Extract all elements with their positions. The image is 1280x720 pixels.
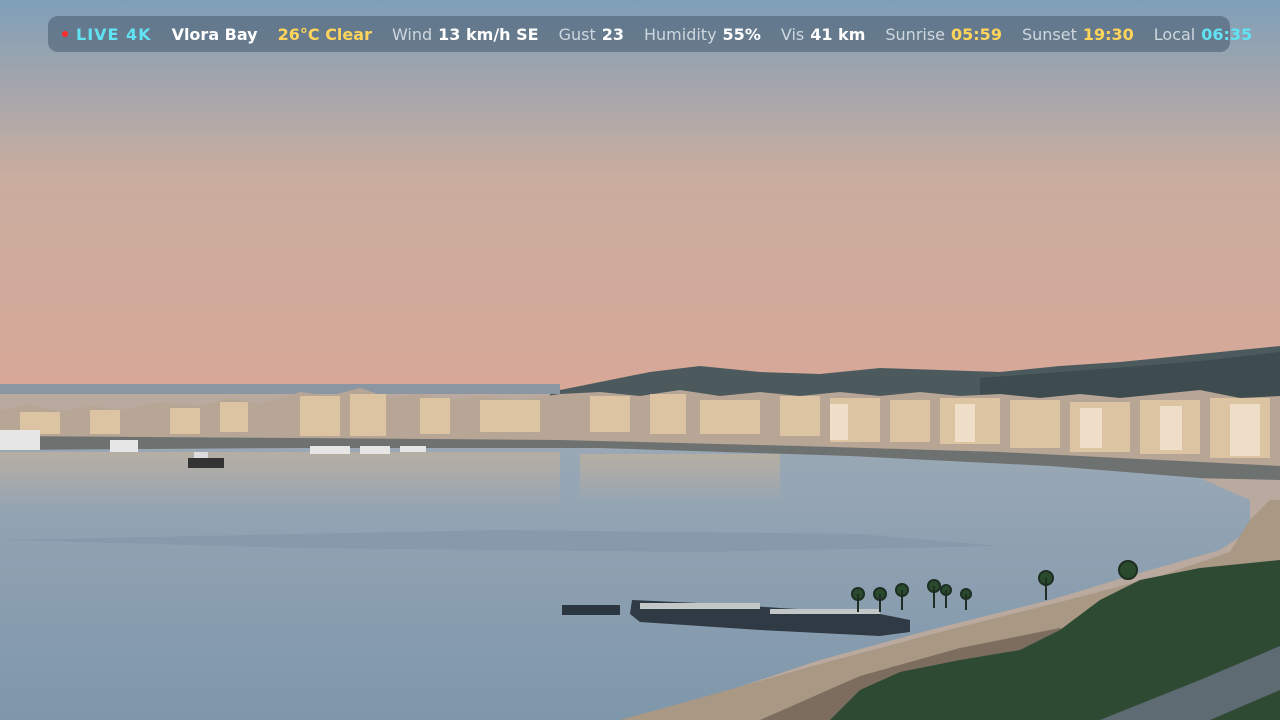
gust-readout: Gust 23 xyxy=(559,25,624,44)
weather-condition: 26°C Clear xyxy=(277,24,372,44)
sunrise-label: Sunrise xyxy=(885,24,946,44)
local-time-label: Local xyxy=(1153,24,1196,44)
sunrise-value: 05:59 xyxy=(951,24,1002,44)
humidity-value: 55% xyxy=(722,24,761,44)
gust-value: 23 xyxy=(601,24,624,44)
sunset-label: Sunset xyxy=(1021,24,1077,44)
local-time-readout: Local 06:35 xyxy=(1154,25,1252,44)
humidity-label: Humidity xyxy=(644,24,717,44)
wind-label: Wind xyxy=(391,24,433,44)
visibility-label: Vis xyxy=(780,24,805,44)
live-dot-icon xyxy=(62,31,68,37)
live-label: LIVE 4K xyxy=(76,24,152,44)
live-indicator: LIVE 4K xyxy=(62,25,152,44)
sunset-value: 19:30 xyxy=(1082,24,1134,44)
webcam-scene xyxy=(0,0,1280,720)
sunset-readout: Sunset 19:30 xyxy=(1022,25,1134,44)
weather-overlay-bar: LIVE 4K Vlora Bay 26°C Clear Wind 13 km/… xyxy=(48,16,1252,52)
sky xyxy=(0,0,1280,390)
gust-label: Gust xyxy=(558,24,596,44)
location-name: Vlora Bay xyxy=(171,24,258,44)
wind-value: 13 km/h SE xyxy=(438,24,539,44)
floating-platform xyxy=(562,605,620,615)
humidity-readout: Humidity 55% xyxy=(644,25,761,44)
local-time-value: 06:35 xyxy=(1201,24,1253,44)
visibility-value: 41 km xyxy=(810,24,866,44)
sunrise-readout: Sunrise 05:59 xyxy=(885,25,1002,44)
visibility-readout: Vis 41 km xyxy=(781,25,866,44)
wind-readout: Wind 13 km/h SE xyxy=(392,25,539,44)
